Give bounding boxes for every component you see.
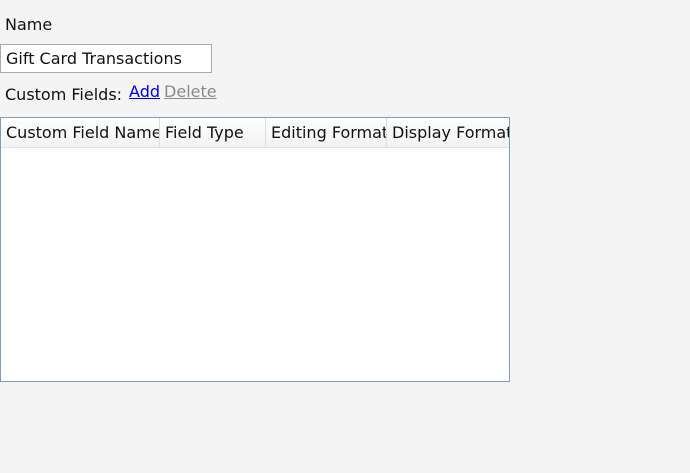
custom-fields-toolbar: Custom Fields: Add Delete [5, 82, 217, 104]
name-input[interactable] [0, 44, 212, 73]
grid-header: Custom Field Name Field Type Editing For… [1, 118, 509, 148]
column-header-display-format[interactable]: Display Format [387, 118, 509, 148]
column-header-editing-format[interactable]: Editing Format [266, 118, 387, 148]
custom-fields-label: Custom Fields: [5, 85, 123, 104]
column-header-field-type[interactable]: Field Type [160, 118, 266, 148]
delete-link[interactable]: Delete [164, 82, 217, 102]
column-header-custom-field-name[interactable]: Custom Field Name [1, 118, 160, 148]
add-link[interactable]: Add [129, 82, 160, 102]
custom-fields-grid[interactable]: Custom Field Name Field Type Editing For… [0, 117, 510, 382]
name-label: Name [5, 15, 53, 34]
